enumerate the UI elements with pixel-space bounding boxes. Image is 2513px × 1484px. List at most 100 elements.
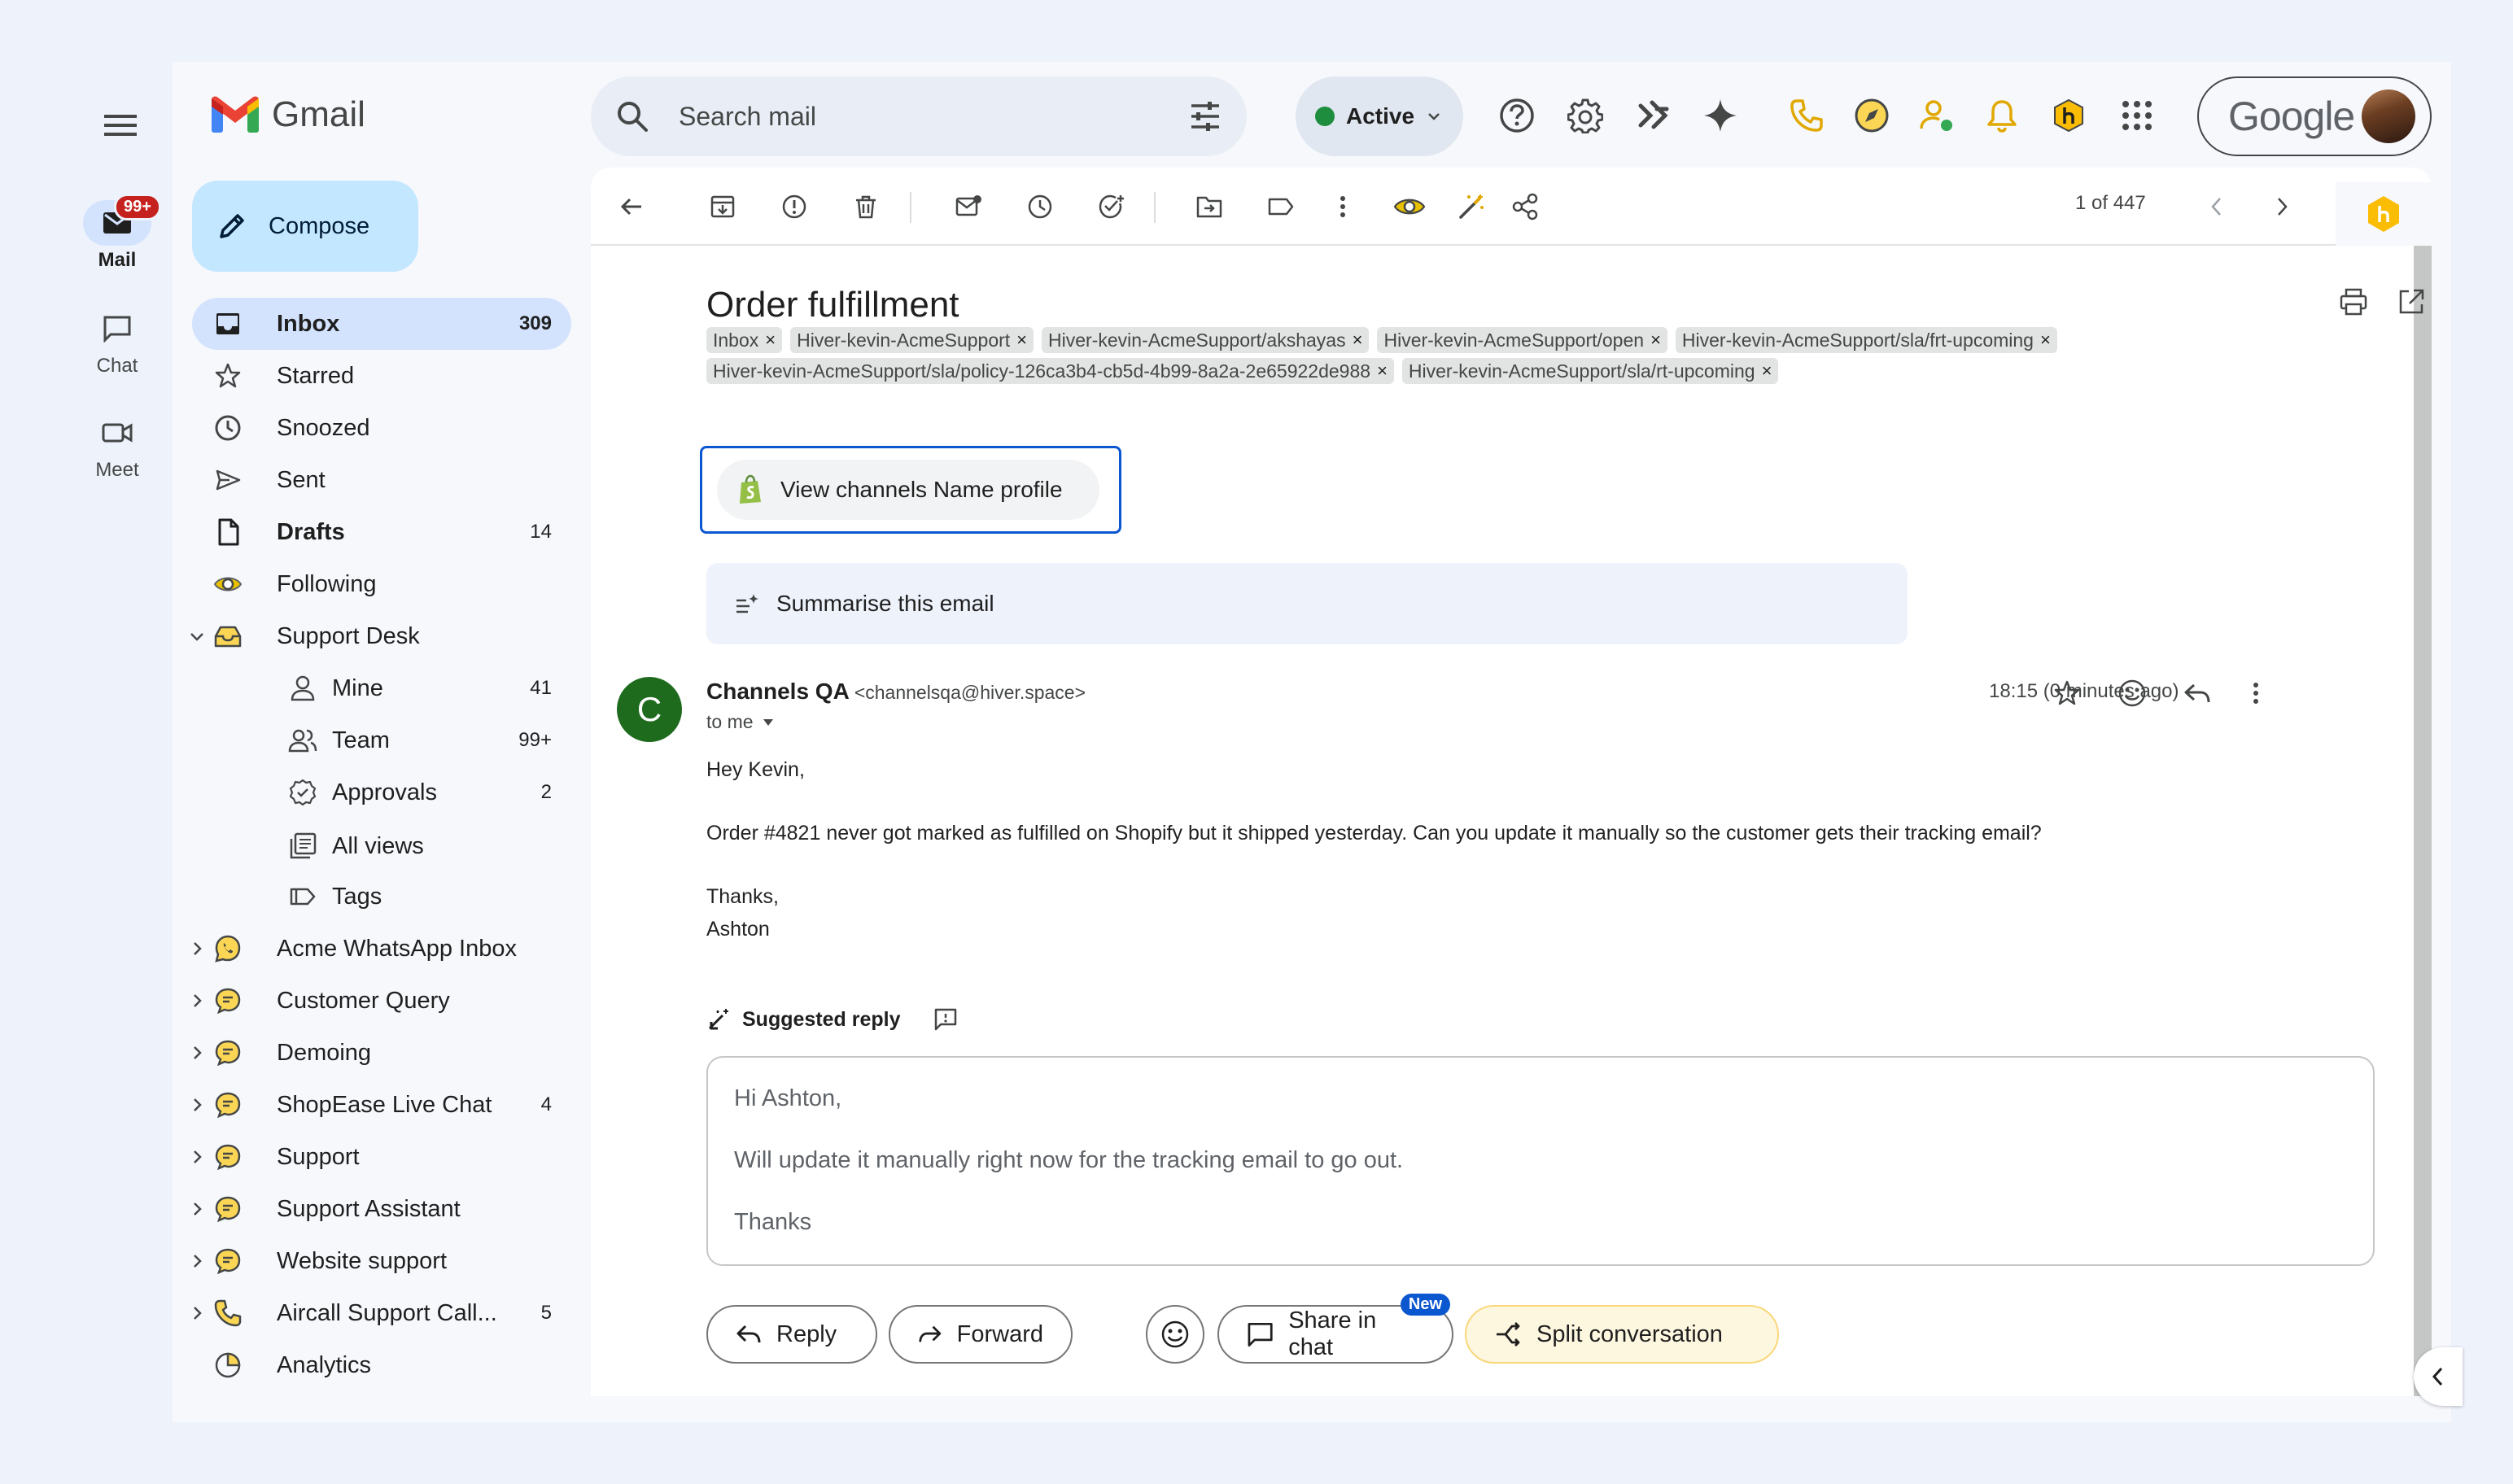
archive-button[interactable] (703, 187, 742, 226)
label-chip[interactable]: Inbox × (706, 327, 783, 353)
view-profile-button[interactable]: View channels Name profile (717, 460, 1099, 520)
shared-inbox-icon (214, 626, 242, 648)
remove-label-icon[interactable]: × (1762, 360, 1772, 382)
label-chip[interactable]: Hiver-kevin-AcmeSupport/open × (1377, 327, 1667, 353)
reply-button[interactable]: Reply (706, 1305, 877, 1364)
inbox-icon (216, 313, 239, 334)
report-spam-button[interactable] (775, 187, 814, 226)
notifications-button[interactable] (1979, 93, 2025, 138)
sidebar-item-sent[interactable]: Sent (192, 454, 571, 506)
sender-avatar[interactable]: C (617, 677, 682, 742)
remove-label-icon[interactable]: × (1353, 330, 1363, 351)
sidebar-item-analytics[interactable]: Analytics (192, 1339, 571, 1391)
split-conversation-button[interactable]: Split conversation (1465, 1305, 1779, 1364)
reply-icon-button[interactable] (2178, 674, 2217, 713)
message-more-button[interactable] (2236, 674, 2275, 713)
star-message-button[interactable] (2048, 674, 2087, 713)
star-icon (2054, 680, 2080, 705)
help-button[interactable] (1494, 93, 1540, 138)
forward-button[interactable]: Forward (889, 1305, 1073, 1364)
sidebar-item-support-desk[interactable]: Support Desk (190, 610, 571, 662)
remove-label-icon[interactable]: × (1650, 330, 1661, 351)
sidebar-item-support[interactable]: Support (192, 1131, 571, 1183)
sidebar-item-support-assistant[interactable]: Support Assistant (192, 1183, 571, 1235)
hiver-button[interactable] (2046, 93, 2091, 138)
sidebar-item-tags[interactable]: Tags (192, 871, 571, 923)
share-in-chat-label: Share in chat (1288, 1307, 1377, 1360)
label-chip[interactable]: Hiver-kevin-AcmeSupport/sla/policy-126ca… (706, 358, 1394, 384)
hiver-panel-toggle[interactable] (2336, 182, 2432, 246)
magic-button[interactable] (1452, 187, 1491, 226)
summarise-button[interactable]: Summarise this email (706, 563, 1908, 644)
share-button[interactable] (1506, 187, 1545, 226)
status-dropdown[interactable]: Active (1296, 76, 1463, 156)
chevron-right-icon (194, 1150, 202, 1163)
label-button[interactable] (1261, 187, 1300, 226)
sender-name[interactable]: Channels QA (706, 679, 850, 704)
search-input[interactable] (679, 96, 1134, 137)
rail-item-mail[interactable]: 99+ Mail (62, 194, 173, 272)
phone-button[interactable] (1784, 93, 1829, 138)
back-button[interactable] (612, 187, 651, 226)
remove-label-icon[interactable]: × (765, 330, 776, 351)
sidebar-item-aircall-support[interactable]: Aircall Support Call... 5 (192, 1287, 571, 1339)
workflow-button[interactable] (1631, 93, 1676, 138)
aircall-count: 5 (540, 1302, 552, 1324)
sidebar-item-acme-whatsapp-inbox[interactable]: Acme WhatsApp Inbox (192, 923, 571, 975)
compose-button[interactable]: Compose (192, 181, 418, 272)
delete-button[interactable] (846, 187, 885, 226)
explore-button[interactable] (1849, 93, 1895, 138)
toolbar-divider (910, 192, 911, 223)
gmail-logo[interactable]: Gmail (210, 94, 365, 135)
sidebar-item-demoing[interactable]: Demoing (192, 1027, 571, 1079)
sidebar-item-shopease-live-chat[interactable]: ShopEase Live Chat 4 (192, 1079, 571, 1131)
apps-button[interactable] (2114, 93, 2160, 138)
follow-button[interactable] (1390, 187, 1429, 226)
suggested-reply-box[interactable]: Hi Ashton, Will update it manually right… (706, 1056, 2375, 1266)
share-in-chat-button[interactable]: Share in chat New (1217, 1294, 1453, 1364)
sidebar-item-mine[interactable]: Mine 41 (192, 662, 571, 714)
sidebar-item-following[interactable]: Following (192, 558, 571, 610)
sidebar-item-drafts[interactable]: Drafts 14 (192, 506, 571, 558)
chevron-down-icon (1428, 113, 1440, 120)
emoji-reaction-button[interactable] (1146, 1305, 1204, 1364)
label-chip[interactable]: Hiver-kevin-AcmeSupport/sla/rt-upcoming × (1401, 358, 1779, 384)
gemini-button[interactable] (1698, 93, 1743, 138)
sidebar-item-starred[interactable]: Starred (192, 350, 571, 402)
snooze-button[interactable] (1020, 187, 1060, 226)
mark-unread-button[interactable] (949, 187, 988, 226)
forward-icon (919, 1325, 942, 1342)
label-chip[interactable]: Hiver-kevin-AcmeSupport/akshayas × (1042, 327, 1370, 353)
add-reaction-button[interactable] (2113, 674, 2152, 713)
sidebar-item-website-support[interactable]: Website support (192, 1235, 571, 1287)
older-button[interactable] (2262, 187, 2301, 226)
sidebar-item-inbox[interactable]: Inbox 309 (192, 298, 571, 350)
settings-button[interactable] (1562, 93, 1608, 138)
rail-item-meet[interactable]: Meet (62, 410, 173, 482)
sidebar-item-customer-query[interactable]: Customer Query (192, 975, 571, 1027)
rail-item-chat[interactable]: Chat (62, 306, 173, 378)
open-new-window-button[interactable] (2397, 288, 2425, 316)
print-button[interactable] (2339, 288, 2368, 316)
sidebar-item-snoozed[interactable]: Snoozed (192, 402, 571, 454)
scrollbar[interactable] (2414, 246, 2432, 1396)
add-task-button[interactable] (1092, 187, 1131, 226)
account-button[interactable]: Google (2197, 76, 2432, 156)
sidebar-item-all-views[interactable]: All views (192, 820, 571, 872)
collapse-side-panel-button[interactable] (2414, 1347, 2463, 1406)
move-to-button[interactable] (1190, 187, 1229, 226)
remove-label-icon[interactable]: × (2040, 330, 2051, 351)
contacts-button[interactable] (1914, 93, 1960, 138)
recipient-details[interactable]: to me (706, 711, 775, 733)
label-chip[interactable]: Hiver-kevin-AcmeSupport × (790, 327, 1034, 353)
gmail-logo-icon (212, 96, 259, 133)
main-menu-button[interactable] (93, 98, 148, 153)
remove-label-icon[interactable]: × (1016, 330, 1027, 351)
more-options-button[interactable] (1323, 187, 1362, 226)
sidebar-item-approvals[interactable]: Approvals 2 (192, 766, 571, 818)
sidebar-item-team[interactable]: Team 99+ (192, 714, 571, 766)
newer-button[interactable] (2197, 187, 2236, 226)
remove-label-icon[interactable]: × (1377, 360, 1388, 382)
clock-icon (1028, 194, 1052, 219)
label-chip[interactable]: Hiver-kevin-AcmeSupport/sla/frt-upcoming… (1675, 327, 2057, 353)
